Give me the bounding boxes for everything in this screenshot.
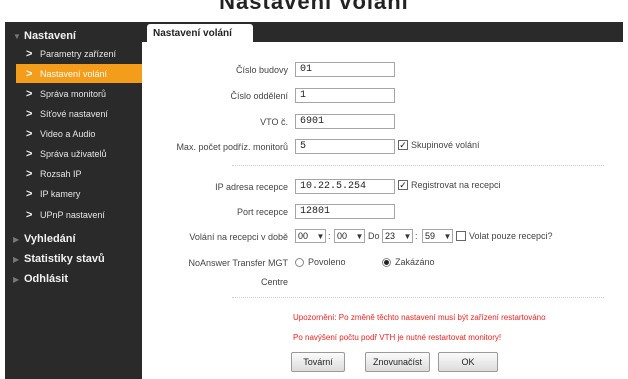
triangle-right-icon: ▶	[13, 234, 20, 244]
to-label: Do	[368, 231, 380, 241]
sidebar-item-call-settings[interactable]: > Nastavení volání	[16, 64, 142, 83]
to-minute-select[interactable]: 59 ▼	[422, 229, 453, 243]
sidebar: ▼ Nastavení > Parametry zařízení > Nasta…	[5, 22, 142, 379]
sidebar-item-label: Rozsah IP	[40, 168, 82, 179]
tab-bar: Nastavení volání	[142, 22, 623, 42]
divider	[232, 165, 604, 166]
reception-only-label: Volat pouze recepci?	[469, 231, 553, 241]
time-separator: :	[415, 231, 418, 241]
chevron-right-icon: >	[26, 127, 33, 140]
sidebar-item-device-params[interactable]: > Parametry zařízení	[16, 44, 142, 63]
sidebar-section-label: Vyhledání	[24, 233, 76, 245]
chevron-down-icon: ▼	[443, 231, 452, 241]
from-hour-select[interactable]: 00 ▼	[295, 229, 326, 243]
register-reception-checkbox[interactable]: ✓ Registrovat na recepci	[398, 180, 501, 190]
reception-port-label: Port recepce	[236, 207, 288, 217]
register-reception-label: Registrovat na recepci	[411, 180, 501, 190]
sidebar-item-label: UPnP nastavení	[40, 209, 105, 220]
group-call-label: Skupinové volání	[411, 140, 480, 150]
sidebar-section-logout[interactable]: ▶ Odhlásit	[5, 270, 142, 288]
default-button[interactable]: Tovární	[291, 352, 345, 372]
vto-no-input[interactable]: 6901	[295, 114, 395, 129]
sidebar-item-ip-cameras[interactable]: > IP kamery	[16, 184, 142, 203]
chevron-right-icon: >	[26, 87, 33, 100]
checkbox-box[interactable]: ✓	[398, 180, 408, 190]
reception-time-label: Volání na recepci v době	[189, 232, 288, 242]
noanswer-label-line2: Centre	[260, 277, 288, 287]
sidebar-item-monitor-management[interactable]: > Správa monitorů	[16, 84, 142, 103]
chevron-right-icon: >	[26, 67, 33, 80]
main-panel: Nastavení volání Číslo budovy 01 Číslo o…	[142, 22, 623, 379]
chevron-right-icon: >	[26, 187, 33, 200]
sidebar-item-label: IP kamery	[40, 188, 81, 199]
reception-port-input[interactable]: 12801	[295, 204, 395, 219]
unit-no-label: Číslo oddělení	[230, 91, 288, 101]
warning-restart: Upozornění: Po změně těchto nastavení mu…	[293, 313, 546, 322]
from-hour-value: 00	[298, 231, 309, 241]
sidebar-item-network-settings[interactable]: > Síťové nastavení	[16, 104, 142, 123]
warning-monitors: Po navýšení počtu podř VTH je nutné rest…	[293, 333, 502, 342]
noanswer-label: NoAnswer Transfer MGT	[188, 258, 288, 268]
max-monitors-label: Max. počet podříz. monitorů	[176, 142, 288, 152]
refresh-button[interactable]: Znovunačíst	[365, 352, 430, 372]
sidebar-item-label: Správa monitorů	[40, 88, 107, 99]
sidebar-item-label: Nastavení volání	[40, 68, 108, 79]
reception-ip-label: IP adresa recepce	[215, 182, 288, 192]
tab-call-settings[interactable]: Nastavení volání	[147, 24, 253, 42]
chevron-down-icon: ▼	[403, 231, 412, 241]
checkbox-box[interactable]: ✓	[398, 140, 408, 150]
radio-label: Zakázáno	[395, 257, 435, 267]
chevron-right-icon: >	[26, 47, 33, 60]
to-hour-select[interactable]: 23 ▼	[382, 229, 413, 243]
divider	[232, 297, 604, 298]
group-call-checkbox[interactable]: ✓ Skupinové volání	[398, 140, 480, 150]
chevron-right-icon: >	[26, 208, 33, 221]
triangle-right-icon: ▶	[13, 274, 20, 284]
top-heading-cropped: Nastavení volání	[0, 0, 628, 22]
radio-label: Povoleno	[308, 257, 346, 267]
chevron-down-icon: ▼	[316, 231, 325, 241]
radio-circle[interactable]	[382, 257, 391, 267]
sidebar-section-label: Statistiky stavů	[24, 253, 105, 265]
max-monitors-input[interactable]: 5	[295, 139, 395, 154]
sidebar-section-label: Odhlásit	[24, 273, 69, 285]
chevron-right-icon: >	[26, 107, 33, 120]
sidebar-item-ip-range[interactable]: > Rozsah IP	[16, 164, 142, 183]
chevron-right-icon: >	[26, 167, 33, 180]
time-separator: :	[328, 231, 331, 241]
to-minute-value: 59	[425, 231, 436, 241]
top-heading: Nastavení volání	[219, 0, 409, 14]
vto-no-label: VTO č.	[260, 117, 288, 127]
triangle-down-icon: ▼	[13, 31, 21, 41]
chevron-right-icon: >	[26, 147, 33, 160]
sidebar-section-label: Nastavení	[24, 30, 76, 42]
sidebar-item-video-audio[interactable]: > Video a Audio	[16, 124, 142, 143]
noanswer-disabled-radio[interactable]: Zakázáno	[382, 257, 435, 267]
sidebar-section-status[interactable]: ▶ Statistiky stavů	[5, 250, 142, 268]
sidebar-item-upnp[interactable]: > UPnP nastavení	[16, 205, 142, 224]
sidebar-item-label: Síťové nastavení	[40, 108, 108, 119]
checkbox-box[interactable]	[456, 231, 466, 241]
building-no-label: Číslo budovy	[235, 65, 288, 75]
sidebar-section-search[interactable]: ▶ Vyhledání	[5, 230, 142, 248]
sidebar-item-label: Video a Audio	[40, 128, 96, 139]
reception-ip-input[interactable]: 10.22.5.254	[295, 179, 395, 194]
sidebar-section-settings[interactable]: ▼ Nastavení	[5, 27, 142, 45]
unit-no-input[interactable]: 1	[295, 88, 395, 103]
to-hour-value: 23	[385, 231, 396, 241]
sidebar-item-user-management[interactable]: > Správa uživatelů	[16, 144, 142, 163]
noanswer-enabled-radio[interactable]: Povoleno	[295, 257, 346, 267]
chevron-down-icon: ▼	[355, 231, 364, 241]
reception-only-checkbox[interactable]: Volat pouze recepci?	[456, 231, 553, 241]
sidebar-item-label: Parametry zařízení	[40, 48, 117, 59]
triangle-right-icon: ▶	[13, 254, 20, 264]
building-no-input[interactable]: 01	[295, 62, 395, 77]
sidebar-item-label: Správa uživatelů	[40, 148, 107, 159]
from-minute-value: 00	[337, 231, 348, 241]
from-minute-select[interactable]: 00 ▼	[334, 229, 365, 243]
radio-circle[interactable]	[295, 257, 304, 267]
ok-button[interactable]: OK	[438, 352, 498, 372]
